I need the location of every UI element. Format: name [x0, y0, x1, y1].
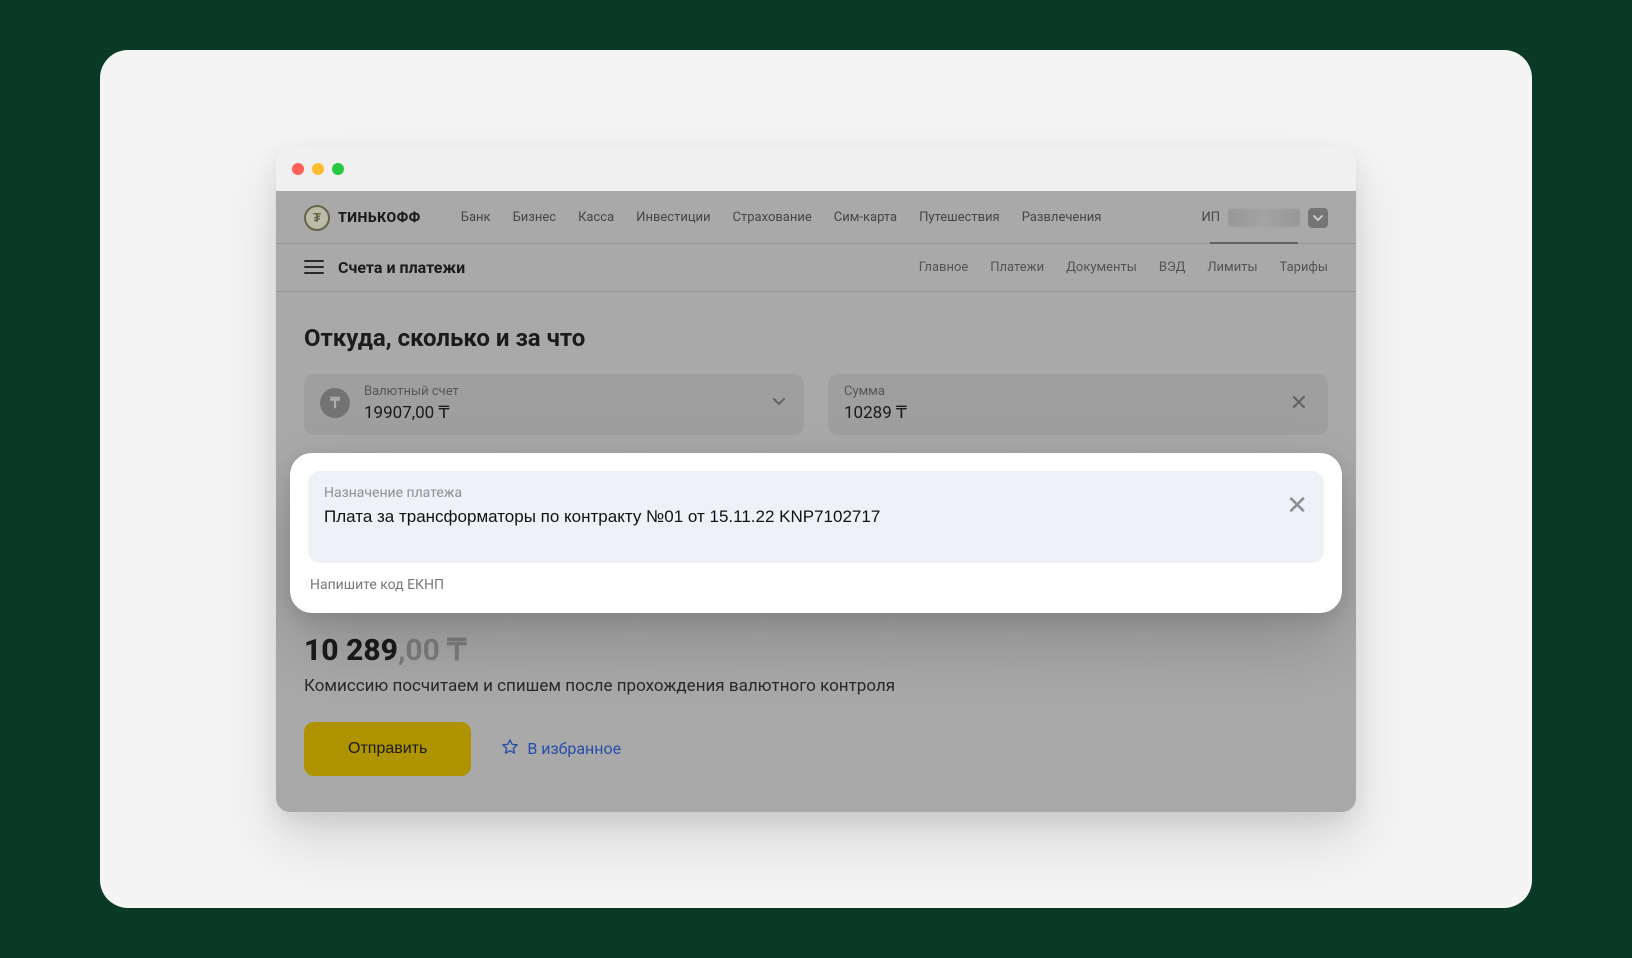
sub-nav-links: Главное Платежи Документы ВЭД Лимиты Тар… [919, 260, 1328, 275]
browser-window: ₮ ТИНЬКОФФ Банк Бизнес Касса Инвестиции … [276, 147, 1356, 812]
tenge-icon: ₸ [320, 388, 350, 418]
clear-amount-icon[interactable]: ✕ [1286, 391, 1312, 416]
send-button[interactable]: Отправить [304, 722, 471, 776]
purpose-field[interactable]: Назначение платежа ✕ [308, 471, 1324, 563]
tab-payments[interactable]: Платежи [990, 260, 1044, 275]
amount-value: 10289 ₸ [844, 403, 1286, 423]
nav-sim[interactable]: Сим-карта [834, 210, 897, 225]
star-icon [501, 738, 519, 760]
total-amount: 10 289,00 ₸ [304, 633, 1328, 668]
brand-name: ТИНЬКОФФ [338, 210, 421, 226]
section-title: Откуда, сколько и за что [304, 324, 1328, 352]
account-select[interactable]: ₸ Валютный счет 19907,00 ₸ [304, 374, 804, 435]
brand[interactable]: ₮ ТИНЬКОФФ [304, 205, 421, 231]
tab-tariffs[interactable]: Тарифы [1280, 260, 1328, 275]
stage: ₮ ТИНЬКОФФ Банк Бизнес Касса Инвестиции … [100, 50, 1532, 908]
total-currency: ₸ [440, 633, 467, 668]
account-label: Валютный счет [364, 384, 770, 399]
chevron-down-icon[interactable] [1308, 208, 1328, 228]
sub-nav: Счета и платежи Главное Платежи Документ… [276, 244, 1356, 292]
clear-purpose-icon[interactable]: ✕ [1286, 493, 1308, 519]
viewport: ₮ ТИНЬКОФФ Банк Бизнес Касса Инвестиции … [276, 191, 1356, 812]
total-dec: ,00 [398, 633, 440, 668]
tab-ved[interactable]: ВЭД [1159, 260, 1185, 275]
nav-bank[interactable]: Банк [461, 210, 491, 225]
total-int: 10 289 [304, 633, 398, 668]
account-underline [1210, 242, 1298, 244]
purpose-popover: Назначение платежа ✕ Напишите код ЕКНП [290, 453, 1342, 613]
nav-travel[interactable]: Путешествия [919, 210, 1000, 225]
tab-main[interactable]: Главное [919, 260, 969, 275]
form-row-account-amount: ₸ Валютный счет 19907,00 ₸ Сумма 10289 ₸ [304, 374, 1328, 435]
nav-invest[interactable]: Инвестиции [636, 210, 710, 225]
nav-insurance[interactable]: Страхование [733, 210, 812, 225]
tab-limits[interactable]: Лимиты [1207, 260, 1257, 275]
account-prefix: ИП [1201, 210, 1220, 225]
page-title: Счета и платежи [338, 258, 465, 277]
window-minimize-icon[interactable] [312, 163, 324, 175]
window-maximize-icon[interactable] [332, 163, 344, 175]
hamburger-icon[interactable] [304, 260, 324, 274]
add-favorite-link[interactable]: В избранное [501, 738, 621, 760]
account-name-redacted [1228, 209, 1300, 227]
window-titlebar [276, 147, 1356, 191]
window-close-icon[interactable] [292, 163, 304, 175]
purpose-hint: Напишите код ЕКНП [308, 577, 1324, 593]
commission-note: Комиссию посчитаем и спишем после прохож… [304, 676, 1328, 696]
purpose-label: Назначение платежа [324, 485, 1272, 501]
brand-shield-icon: ₮ [304, 205, 330, 231]
actions-row: Отправить В избранное [304, 722, 1328, 776]
chevron-down-icon[interactable] [770, 392, 788, 414]
account-switcher[interactable]: ИП [1201, 208, 1328, 228]
nav-business[interactable]: Бизнес [513, 210, 557, 225]
tab-documents[interactable]: Документы [1066, 260, 1137, 275]
top-nav: ₮ ТИНЬКОФФ Банк Бизнес Касса Инвестиции … [276, 191, 1356, 244]
content: Откуда, сколько и за что ₸ Валютный счет… [276, 292, 1356, 776]
purpose-input[interactable] [324, 507, 1272, 527]
top-nav-links: Банк Бизнес Касса Инвестиции Страхование… [461, 210, 1102, 225]
amount-field[interactable]: Сумма 10289 ₸ ✕ [828, 374, 1328, 435]
favorite-label: В избранное [527, 739, 621, 758]
amount-label: Сумма [844, 384, 1286, 399]
account-value: 19907,00 ₸ [364, 403, 770, 423]
nav-kassa[interactable]: Касса [578, 210, 614, 225]
nav-entertainment[interactable]: Развлечения [1022, 210, 1102, 225]
